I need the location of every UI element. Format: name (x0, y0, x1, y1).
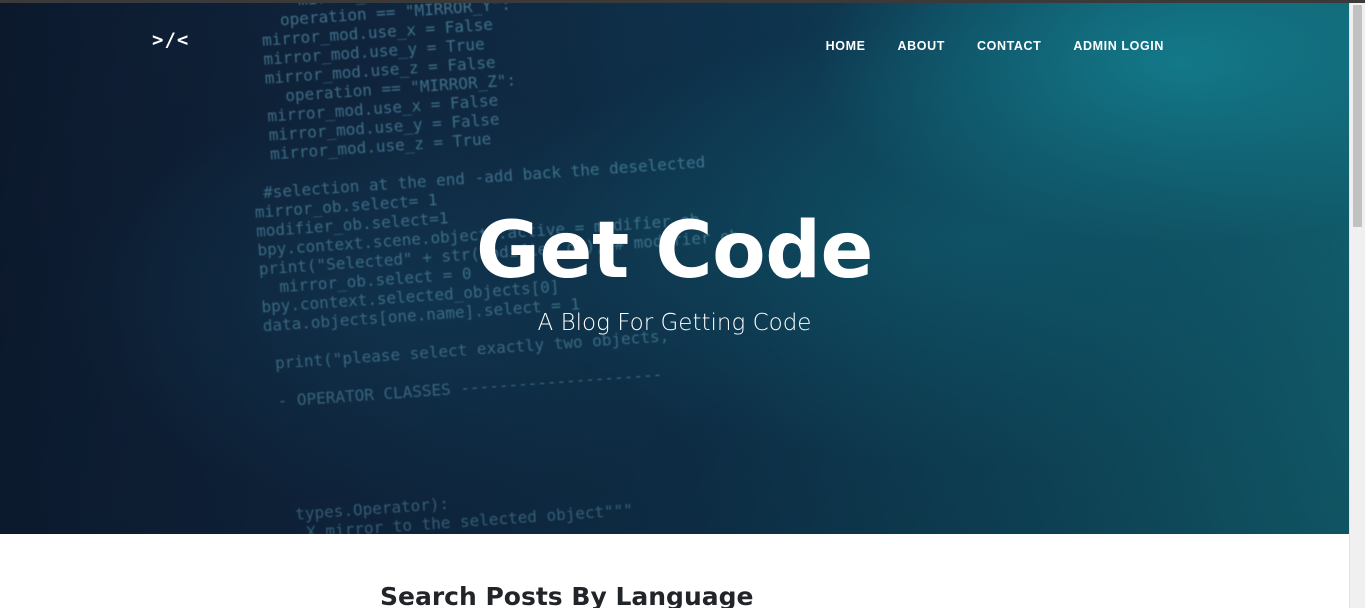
nav-item-admin-login[interactable]: ADMIN LOGIN (1073, 39, 1164, 53)
main-nav: HOME ABOUT CONTACT ADMIN LOGIN (826, 39, 1164, 53)
page: mirror_mod.use_z = False operation == "M… (0, 0, 1365, 608)
nav-item-about[interactable]: ABOUT (898, 39, 945, 53)
hero-subtitle: A Blog For Getting Code (537, 310, 812, 336)
browser-top-edge (0, 0, 1365, 3)
scrollbar-thumb[interactable] (1353, 5, 1362, 227)
nav-item-home[interactable]: HOME (826, 39, 866, 53)
vertical-scrollbar[interactable] (1349, 3, 1365, 608)
hero-header: mirror_mod.use_z = False operation == "M… (0, 3, 1349, 534)
section-heading: Search Posts By Language (380, 582, 754, 608)
main-content: Search Posts By Language (0, 534, 1349, 608)
hero-title: Get Code (476, 206, 873, 296)
nav-item-contact[interactable]: CONTACT (977, 39, 1041, 53)
brand-logo[interactable]: >/< (152, 29, 189, 51)
